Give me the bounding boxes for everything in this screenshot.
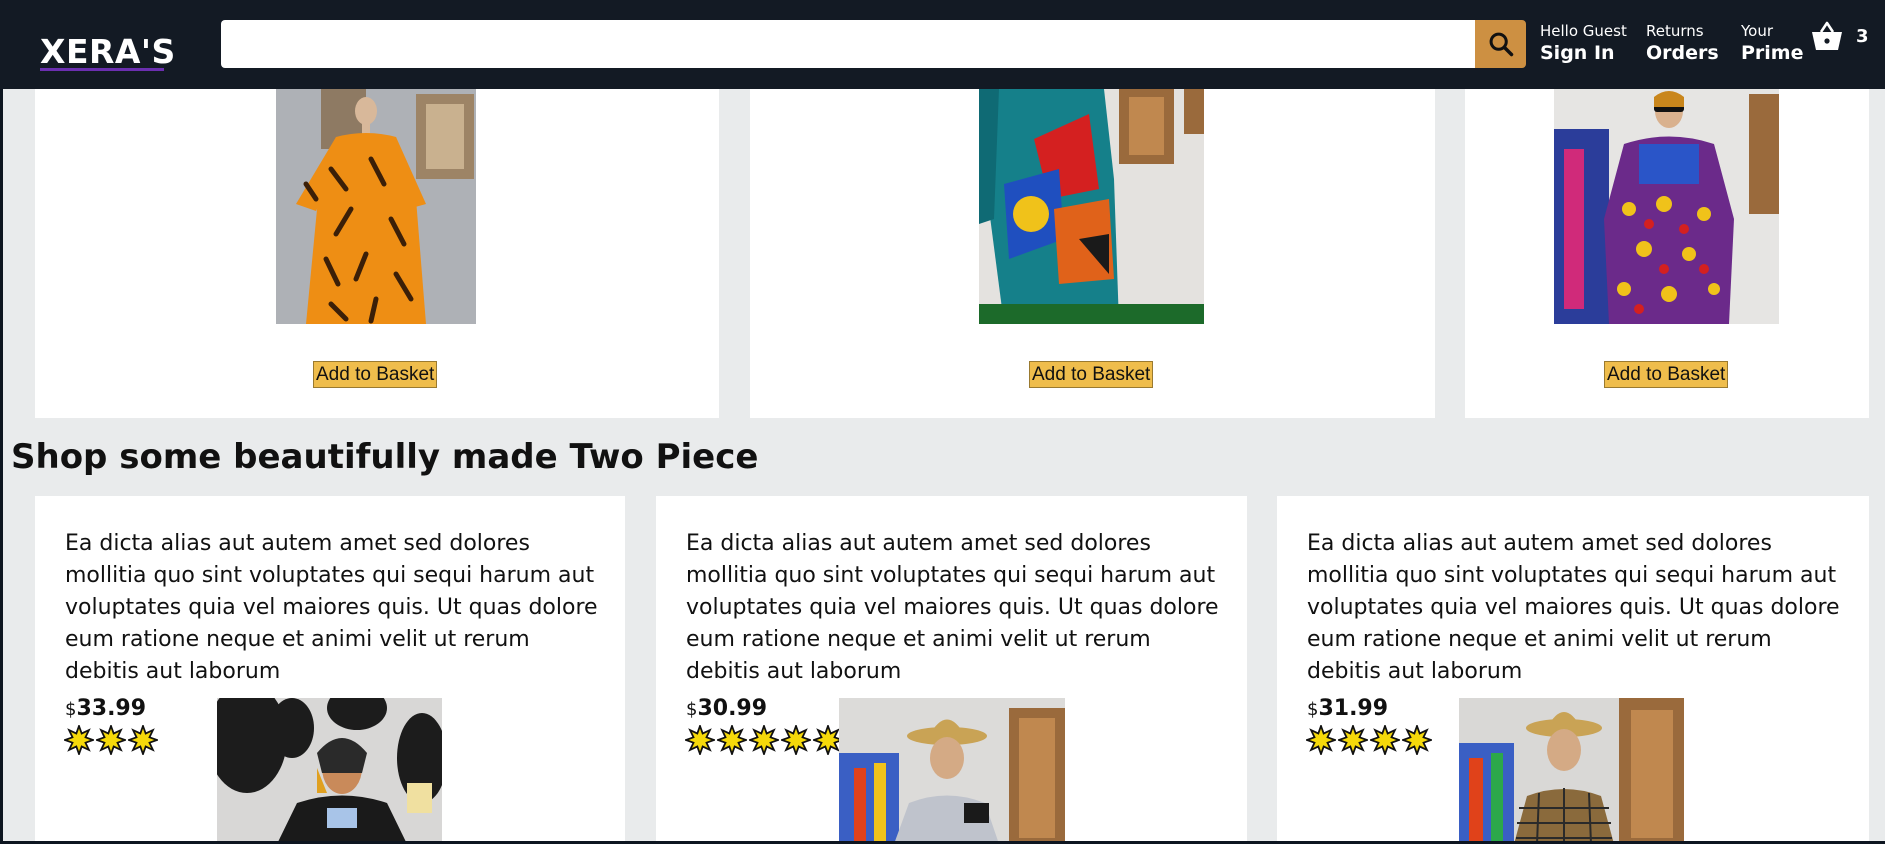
product-description: Ea dicta alias aut autem amet sed dolore… bbox=[1307, 531, 1840, 684]
star-icon bbox=[781, 725, 811, 755]
product-card: Ea dicta alias aut autem amet sed dolore… bbox=[35, 496, 625, 844]
product-price: $30.99 bbox=[686, 696, 767, 721]
star-icon bbox=[64, 725, 94, 755]
product-price: $33.99 bbox=[65, 696, 146, 721]
nav-prime-line1: Your bbox=[1741, 22, 1774, 40]
star-icon bbox=[685, 725, 715, 755]
product-card: Ea dicta alias aut autem amet sed dolore… bbox=[656, 496, 1247, 844]
star-icon bbox=[717, 725, 747, 755]
header: XERA'S Hello Guest Sign In Returns Order… bbox=[0, 0, 1885, 89]
nav-sign-in[interactable]: Hello Guest Sign In bbox=[1540, 22, 1627, 66]
star-icon bbox=[749, 725, 779, 755]
star-icon bbox=[96, 725, 126, 755]
nav-prime[interactable]: Your Prime bbox=[1741, 22, 1804, 66]
rating-stars bbox=[685, 725, 843, 755]
product-description: Ea dicta alias aut autem amet sed dolore… bbox=[686, 531, 1219, 684]
basket-button[interactable]: 3 bbox=[1810, 20, 1869, 52]
price-amount: 31.99 bbox=[1318, 696, 1389, 721]
product-image-two-piece[interactable] bbox=[839, 698, 1065, 844]
product-image-teal-dress[interactable] bbox=[979, 89, 1204, 324]
currency-symbol: $ bbox=[686, 699, 698, 720]
add-to-basket-button[interactable]: Add to Basket bbox=[1604, 361, 1729, 388]
star-icon bbox=[1370, 725, 1400, 755]
product-image-two-piece[interactable] bbox=[207, 683, 447, 844]
product-card: Ea dicta alias aut autem amet sed dolore… bbox=[1277, 496, 1869, 844]
price-amount: 30.99 bbox=[697, 696, 768, 721]
star-icon bbox=[1402, 725, 1432, 755]
star-icon bbox=[1338, 725, 1368, 755]
product-card: Add to Basket bbox=[1465, 89, 1869, 418]
rating-stars bbox=[1306, 725, 1432, 755]
product-image-multicolor-dress[interactable] bbox=[1554, 89, 1779, 324]
add-to-basket-button[interactable]: Add to Basket bbox=[1029, 361, 1154, 388]
product-card: Add to Basket bbox=[750, 89, 1435, 418]
product-price: $31.99 bbox=[1307, 696, 1388, 721]
logo-underline bbox=[40, 68, 164, 71]
search-button[interactable] bbox=[1475, 20, 1526, 68]
search-icon bbox=[1489, 32, 1513, 57]
basket-count: 3 bbox=[1856, 25, 1869, 47]
section-title: Shop some beautifully made Two Piece bbox=[11, 437, 759, 477]
logo[interactable]: XERA'S bbox=[40, 32, 176, 71]
nav-orders-line2: Orders bbox=[1646, 42, 1719, 64]
star-icon bbox=[1306, 725, 1336, 755]
rating-stars bbox=[64, 725, 158, 755]
product-description: Ea dicta alias aut autem amet sed dolore… bbox=[65, 531, 598, 684]
price-amount: 33.99 bbox=[76, 696, 147, 721]
nav-sign-in-line1: Hello Guest bbox=[1540, 22, 1627, 40]
product-card: Add to Basket bbox=[35, 89, 719, 418]
nav-prime-line2: Prime bbox=[1741, 42, 1804, 64]
search-input[interactable] bbox=[221, 20, 1475, 68]
add-to-basket-button[interactable]: Add to Basket bbox=[313, 361, 438, 388]
star-icon bbox=[128, 725, 158, 755]
currency-symbol: $ bbox=[1307, 699, 1319, 720]
nav-orders[interactable]: Returns Orders bbox=[1646, 22, 1719, 66]
product-image-two-piece[interactable] bbox=[1459, 698, 1684, 844]
shopping-basket-icon bbox=[1812, 21, 1842, 50]
product-image-orange-dress[interactable] bbox=[276, 89, 476, 324]
window-edge-left bbox=[0, 0, 3, 844]
currency-symbol: $ bbox=[65, 699, 77, 720]
nav-sign-in-line2: Sign In bbox=[1540, 42, 1615, 64]
nav-orders-line1: Returns bbox=[1646, 22, 1704, 40]
